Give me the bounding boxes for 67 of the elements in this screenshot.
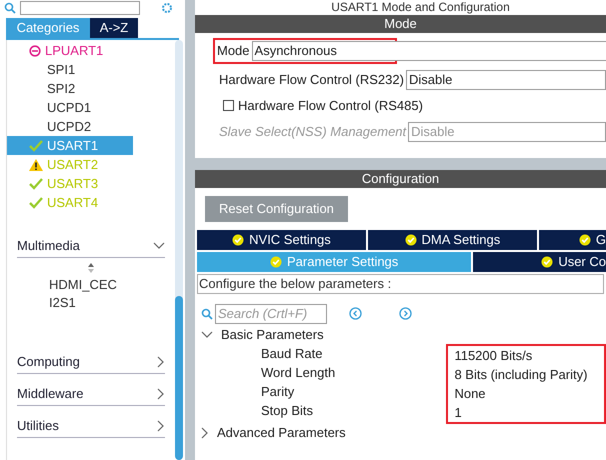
search-field[interactable] <box>20 1 140 15</box>
parameter-name: Baud Rate <box>261 344 324 362</box>
search-field[interactable]: Search (Crtl+F) <box>215 304 327 324</box>
category-header[interactable]: Middleware <box>17 382 165 406</box>
warning-icon <box>29 158 43 170</box>
category-label: Computing <box>17 352 80 371</box>
parameter-value[interactable]: 8 Bits (including Parity) <box>454 364 604 384</box>
category-header[interactable]: Utilities <box>17 414 165 438</box>
peripheral-item[interactable]: HDMI_CEC <box>49 276 175 294</box>
settings-tab[interactable]: NVIC Settings <box>197 230 366 250</box>
panel-title: USART1 Mode and Configuration <box>330 0 511 15</box>
check-icon <box>29 178 43 190</box>
search-icon <box>201 308 213 320</box>
parameter-value[interactable]: 115200 Bits/s <box>454 346 604 364</box>
peripheral-item[interactable]: SPI2 <box>7 79 175 98</box>
settings-tab[interactable]: DMA Settings <box>368 230 537 250</box>
category-header[interactable]: Multimedia <box>17 234 165 258</box>
parameter-name: Word Length <box>261 364 336 382</box>
blocked-icon <box>29 44 41 56</box>
check-icon <box>29 196 43 208</box>
peripheral-item[interactable]: SPI1 <box>7 60 175 79</box>
checkbox[interactable] <box>223 100 234 112</box>
settings-tab[interactable]: User Co <box>473 252 606 272</box>
peripheral-item[interactable]: UCPD1 <box>7 98 175 117</box>
field-label: Hardware Flow Control (RS232) <box>219 71 404 90</box>
parameter-name: Parity <box>261 382 296 400</box>
scrollbar-thumb[interactable] <box>175 296 183 460</box>
peripheral-item[interactable]: I2S1 <box>49 294 175 312</box>
checkbox-label: Hardware Flow Control (RS485) <box>238 97 423 115</box>
parameter-name: Stop Bits <box>261 402 314 420</box>
check-circle-icon <box>270 256 282 268</box>
chevron-right-icon[interactable] <box>157 388 165 400</box>
category-label: Middleware <box>17 384 84 403</box>
peripheral-item[interactable]: UCPD2 <box>7 117 175 136</box>
settings-tab[interactable]: G <box>538 230 606 250</box>
view-tab[interactable]: A->Z <box>90 18 138 38</box>
check-circle-icon <box>404 234 417 246</box>
check-icon <box>29 140 43 152</box>
field-label: Slave Select(NSS) Management <box>219 122 406 141</box>
check-circle-icon <box>232 234 244 246</box>
section-header: Mode <box>195 15 606 33</box>
chevron-right-icon[interactable] <box>201 426 209 438</box>
search-icon <box>4 2 16 14</box>
chevron-right-icon[interactable] <box>157 420 165 432</box>
chevron-down-icon[interactable] <box>153 242 165 250</box>
chevron-right-icon[interactable] <box>157 356 165 368</box>
check-circle-icon <box>541 256 554 268</box>
field-label: Mode <box>217 42 250 60</box>
check-circle-icon <box>578 234 591 246</box>
next-icon[interactable] <box>399 307 412 320</box>
mode-select[interactable]: Asynchronous <box>252 41 606 61</box>
parameter-value[interactable]: 1 <box>454 402 604 422</box>
category-header[interactable]: Computing <box>17 350 165 374</box>
parameter-value[interactable]: None <box>454 384 604 402</box>
peripheral-item[interactable]: LPUART1 <box>7 41 175 60</box>
group-label[interactable]: Basic Parameters <box>221 324 324 344</box>
category-label: Utilities <box>17 416 59 435</box>
previous-icon[interactable] <box>349 307 362 320</box>
group-label[interactable]: Advanced Parameters <box>217 422 346 442</box>
gear-icon[interactable] <box>161 2 173 14</box>
section-header: Configuration <box>195 170 606 188</box>
sort-icon[interactable] <box>87 262 95 274</box>
chevron-down-icon[interactable] <box>201 330 213 338</box>
flow-control-select[interactable]: Disable <box>406 70 606 90</box>
category-label: Multimedia <box>17 236 80 255</box>
scrollbar-track[interactable] <box>175 40 183 460</box>
hint-text: Configure the below parameters : <box>197 274 604 294</box>
